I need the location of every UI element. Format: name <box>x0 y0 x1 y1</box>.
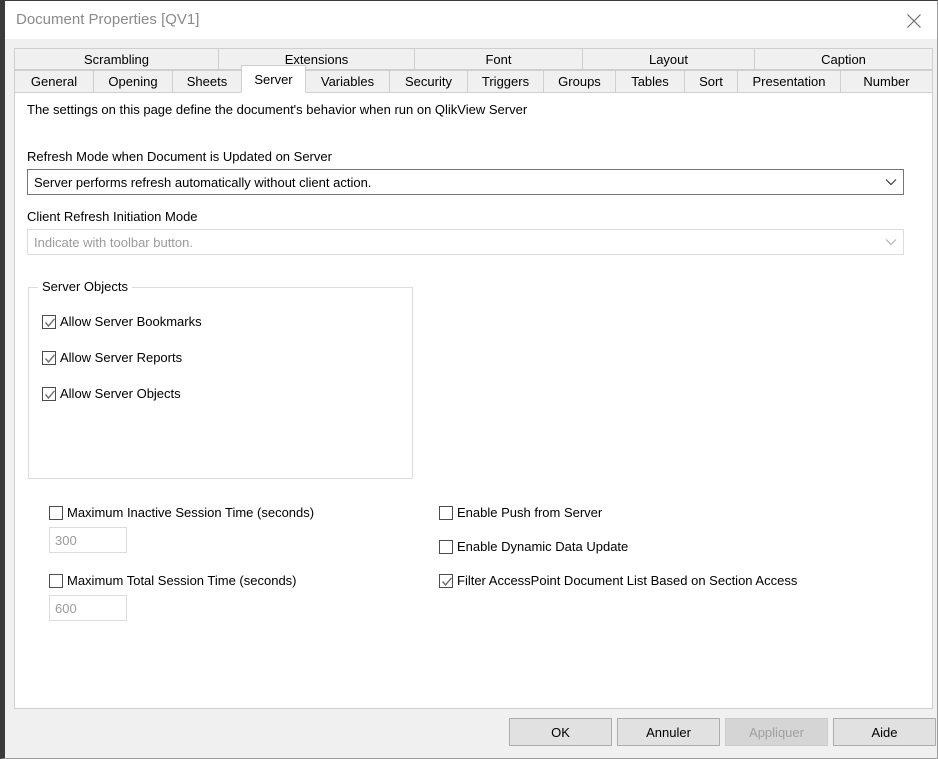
checkbox-filter-accesspoint-document-list-based-on-section-access-label: Filter AccessPoint Document List Based o… <box>457 573 798 588</box>
tab-scrambling-label: Scrambling <box>83 51 150 67</box>
server-objects-group: Server Objects Allow Server Bookmarks All… <box>28 279 413 479</box>
refresh-mode-label: Refresh Mode when Document is Updated on… <box>27 149 332 164</box>
tab-sheets[interactable]: Sheets <box>172 70 241 93</box>
tab-triggers[interactable]: Triggers <box>467 70 543 93</box>
checkbox-allow-server-reports-label: Allow Server Reports <box>60 350 183 365</box>
checkbox-maximum-total-session-time-seconds-label: Maximum Total Session Time (seconds) <box>67 573 297 588</box>
checkbox-unchecked[interactable] <box>49 573 63 588</box>
checkbox-checked[interactable] <box>42 386 56 401</box>
checkbox-allow-server-reports[interactable]: Allow Server Reports <box>42 350 182 365</box>
button-ok[interactable]: OK <box>509 718 612 746</box>
button-ok-label: OK <box>551 724 570 740</box>
refresh-mode-value: Server performs refresh automatically wi… <box>34 174 372 190</box>
window-title: Document Properties [QV1] <box>16 11 200 28</box>
tab-tables-label: Tables <box>631 74 669 89</box>
tab-number-label: Number <box>863 74 910 89</box>
button-annuler-label: Annuler <box>646 724 691 740</box>
checkbox-checked[interactable] <box>42 314 56 329</box>
button-appliquer-label: Appliquer <box>749 724 804 740</box>
chevron-down-icon <box>879 238 903 246</box>
tab-sheets-label: Sheets <box>186 74 228 89</box>
button-aide[interactable]: Aide <box>833 718 936 746</box>
tab-bar: Scrambling Extensions Font Layout Caption Ge… <box>14 48 933 93</box>
tab-presentation[interactable]: Presentation <box>737 70 840 93</box>
tab-server[interactable]: Server <box>241 65 306 93</box>
document-properties-dialog: Document Properties [QV1] Scrambling Exte… <box>0 0 938 759</box>
checkbox-allow-server-bookmarks[interactable]: Allow Server Bookmarks <box>42 314 202 329</box>
tab-variables-label: Variables <box>320 74 375 89</box>
tab-server-label: Server <box>254 71 293 87</box>
checkbox-filter-accesspoint-document-list-based-on-section-access[interactable]: Filter AccessPoint Document List Based o… <box>439 573 797 588</box>
tab-security-label: Security <box>405 74 452 89</box>
close-glyph <box>907 14 921 28</box>
checkbox-enable-dynamic-data-update-label: Enable Dynamic Data Update <box>457 539 629 554</box>
checkbox-enable-dynamic-data-update[interactable]: Enable Dynamic Data Update <box>439 539 628 554</box>
input-maximum-inactive-session-time-seconds[interactable]: 300 <box>49 527 127 553</box>
checkbox-allow-server-objects-label: Allow Server Objects <box>60 386 181 401</box>
tab-font-label: Font <box>485 51 512 67</box>
tab-row-lower: General Opening Sheets Server Variables Secur… <box>14 65 933 93</box>
tab-presentation-label: Presentation <box>752 74 826 89</box>
client-refresh-label: Client Refresh Initiation Mode <box>27 209 198 224</box>
server-objects-legend: Server Objects <box>38 279 132 294</box>
tab-sort[interactable]: Sort <box>684 70 737 93</box>
dialog-footer: OK Annuler Appliquer Aide <box>5 708 937 758</box>
tab-opening[interactable]: Opening <box>93 70 172 93</box>
button-appliquer: Appliquer <box>725 718 828 746</box>
input-maximum-total-session-time-seconds[interactable]: 600 <box>49 595 127 621</box>
tab-font[interactable]: Font <box>414 48 582 70</box>
checkbox-checked[interactable] <box>42 350 56 365</box>
checkbox-enable-push-from-server-label: Enable Push from Server <box>457 505 603 520</box>
tab-caption-label: Caption <box>821 51 866 67</box>
tab-groups-label: Groups <box>558 74 601 89</box>
checkbox-unchecked[interactable] <box>49 505 63 520</box>
client-refresh-value: Indicate with toolbar button. <box>34 234 193 250</box>
chevron-down-icon <box>879 178 903 186</box>
tab-caption[interactable]: Caption <box>754 48 933 70</box>
tab-triggers-label: Triggers <box>481 74 530 89</box>
tab-number[interactable]: Number <box>840 70 933 93</box>
tab-tables[interactable]: Tables <box>615 70 684 93</box>
checkbox-allow-server-objects[interactable]: Allow Server Objects <box>42 386 181 401</box>
checkbox-enable-push-from-server[interactable]: Enable Push from Server <box>439 505 602 520</box>
tab-scrambling[interactable]: Scrambling <box>14 48 218 70</box>
tab-groups[interactable]: Groups <box>543 70 615 93</box>
tab-layout[interactable]: Layout <box>582 48 754 70</box>
checkmark-icon <box>44 317 56 327</box>
refresh-mode-dropdown[interactable]: Server performs refresh automatically wi… <box>27 169 904 195</box>
checkbox-maximum-inactive-session-time-seconds[interactable]: Maximum Inactive Session Time (seconds) <box>49 505 314 520</box>
server-tab-panel: The settings on this page define the doc… <box>14 92 933 709</box>
tab-general-label: General <box>30 74 78 89</box>
checkmark-icon <box>44 389 56 399</box>
checkmark-icon <box>44 353 56 363</box>
tab-opening-label: Opening <box>108 74 158 89</box>
tab-variables[interactable]: Variables <box>306 70 389 93</box>
checkbox-allow-server-bookmarks-label: Allow Server Bookmarks <box>60 314 202 329</box>
checkmark-icon <box>441 576 453 586</box>
checkbox-unchecked[interactable] <box>439 539 453 554</box>
tab-general[interactable]: General <box>14 70 93 93</box>
intro-text: The settings on this page define the doc… <box>27 102 528 117</box>
tab-sort-label: Sort <box>699 74 723 89</box>
tab-layout-label: Layout <box>648 51 689 67</box>
client-refresh-dropdown[interactable]: Indicate with toolbar button. <box>27 229 904 255</box>
close-icon[interactable] <box>891 1 937 39</box>
button-annuler[interactable]: Annuler <box>617 718 720 746</box>
tab-security[interactable]: Security <box>389 70 467 93</box>
title-bar: Document Properties [QV1] <box>5 1 937 39</box>
button-aide-label: Aide <box>871 724 898 740</box>
tab-row-upper: Scrambling Extensions Font Layout Caption <box>14 48 933 70</box>
checkbox-unchecked[interactable] <box>439 505 453 520</box>
checkbox-checked[interactable] <box>439 573 453 588</box>
checkbox-maximum-inactive-session-time-seconds-label: Maximum Inactive Session Time (seconds) <box>67 505 315 520</box>
checkbox-maximum-total-session-time-seconds[interactable]: Maximum Total Session Time (seconds) <box>49 573 297 588</box>
